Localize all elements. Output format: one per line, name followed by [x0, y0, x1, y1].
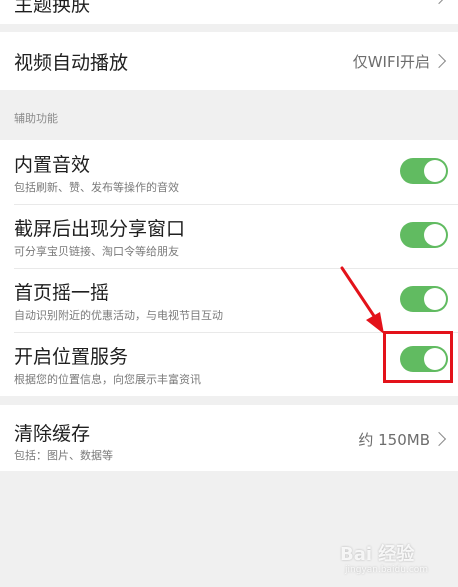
chevron-right-icon — [431, 431, 447, 447]
setting-title: 首页摇一摇 — [14, 282, 110, 304]
video-autoplay-title: 视频自动播放 — [14, 52, 129, 74]
video-autoplay-row[interactable]: 视频自动播放 仅WIFI开启 — [0, 32, 458, 90]
divider — [14, 204, 458, 205]
video-autoplay-value: 仅WIFI开启 — [352, 53, 430, 71]
watermark-logo: Bai 经验 — [340, 544, 415, 565]
section-label-accessibility: 辅助功能 — [14, 112, 58, 125]
cache-size-value: 约 150MB — [358, 431, 430, 449]
clear-cache-title: 清除缓存 — [14, 423, 91, 445]
clear-cache-row[interactable]: 清除缓存 包括：图片、数据等 约 150MB — [0, 405, 458, 471]
theme-skin-row[interactable]: 主题换肤 — [0, 0, 458, 24]
annotation-arrow-icon — [340, 266, 384, 334]
setting-subtitle: 自动识别附近的优惠活动，与电视节目互动 — [14, 309, 223, 322]
setting-subtitle: 根据您的位置信息，向您展示丰富资讯 — [14, 373, 201, 386]
setting-subtitle: 包括刷新、赞、发布等操作的音效 — [14, 181, 179, 194]
divider — [14, 268, 458, 269]
setting-title: 截屏后出现分享窗口 — [14, 218, 186, 240]
shake-toggle[interactable] — [400, 286, 448, 312]
setting-title: 内置音效 — [14, 154, 91, 176]
setting-title: 开启位置服务 — [14, 346, 129, 368]
watermark-url: jingyan.baidu.com — [345, 565, 429, 575]
toggle-knob — [424, 288, 446, 310]
toggle-knob — [424, 160, 446, 182]
clear-cache-subtitle: 包括：图片、数据等 — [14, 449, 113, 462]
annotation-highlight-box — [383, 331, 453, 383]
theme-skin-title: 主题换肤 — [14, 0, 91, 16]
screenshot-share-toggle[interactable] — [400, 222, 448, 248]
chevron-right-icon — [431, 0, 447, 5]
setting-subtitle: 可分享宝贝链接、淘口令等给朋友 — [14, 245, 179, 258]
sound-effects-toggle[interactable] — [400, 158, 448, 184]
toggle-knob — [424, 224, 446, 246]
chevron-right-icon — [431, 53, 447, 69]
